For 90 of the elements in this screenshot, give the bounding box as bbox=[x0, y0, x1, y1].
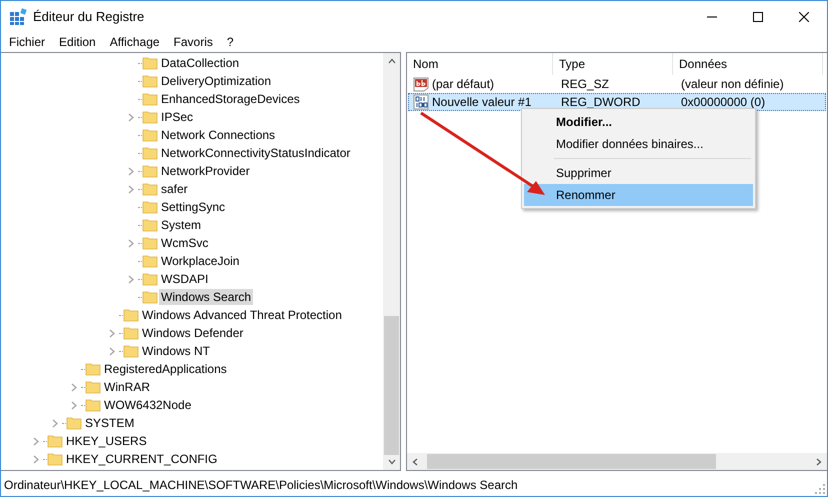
folder-icon bbox=[47, 433, 63, 449]
folder-icon bbox=[142, 55, 158, 71]
expand-chevron-icon[interactable] bbox=[128, 274, 134, 284]
window-title: Éditeur du Registre bbox=[33, 9, 144, 24]
expand-chevron-icon[interactable] bbox=[128, 112, 134, 122]
menu-item[interactable]: Affichage bbox=[110, 34, 160, 48]
tree-item[interactable]: HKEY_CURRENT_CONFIG bbox=[64, 451, 220, 467]
folder-icon bbox=[142, 289, 158, 305]
folder-icon bbox=[142, 271, 158, 287]
tree-item[interactable]: DataCollection bbox=[159, 55, 242, 71]
expand-chevron-icon[interactable] bbox=[109, 346, 115, 356]
menu-item[interactable]: Edition bbox=[59, 34, 96, 48]
registry-app-icon bbox=[9, 8, 27, 26]
folder-icon bbox=[142, 217, 158, 233]
value-name: (par défaut) bbox=[432, 77, 494, 91]
column-header[interactable]: Données bbox=[673, 53, 823, 75]
value-type: REG_DWORD bbox=[560, 95, 642, 109]
scroll-up-icon[interactable] bbox=[388, 58, 396, 64]
tree-item[interactable]: SettingSync bbox=[159, 199, 228, 215]
tree-item[interactable]: WOW6432Node bbox=[102, 397, 194, 413]
folder-icon bbox=[142, 91, 158, 107]
folder-icon bbox=[66, 415, 82, 431]
folder-icon bbox=[142, 109, 158, 125]
tree-item[interactable]: HKEY_USERS bbox=[64, 433, 149, 449]
menu-item[interactable]: Favoris bbox=[174, 34, 213, 48]
value-type: REG_SZ bbox=[560, 77, 610, 91]
folder-icon bbox=[123, 343, 139, 359]
expand-chevron-icon[interactable] bbox=[33, 436, 39, 446]
menu-item[interactable]: Fichier bbox=[9, 34, 46, 48]
expand-chevron-icon[interactable] bbox=[128, 166, 134, 176]
folder-icon bbox=[142, 199, 158, 215]
folder-icon bbox=[142, 253, 158, 269]
folder-icon bbox=[142, 127, 158, 143]
tree-item[interactable]: NetworkConnectivityStatusIndicator bbox=[159, 145, 352, 161]
context-menu-item[interactable]: Supprimer bbox=[524, 162, 753, 184]
tree-item[interactable]: Windows Advanced Threat Protection bbox=[140, 307, 344, 323]
tree-item[interactable]: RegisteredApplications bbox=[102, 361, 229, 377]
tree-item[interactable]: NetworkProvider bbox=[159, 163, 252, 179]
maximize-icon bbox=[753, 12, 763, 22]
folder-icon bbox=[123, 325, 139, 341]
horizontal-scrollbar[interactable] bbox=[407, 453, 827, 470]
tree-item[interactable]: SYSTEM bbox=[83, 415, 136, 431]
column-header[interactable]: Type bbox=[553, 53, 673, 75]
vertical-scrollbar[interactable] bbox=[383, 53, 400, 470]
tree-item[interactable]: Windows NT bbox=[140, 343, 212, 359]
tree-item[interactable]: IPSec bbox=[159, 109, 196, 125]
folder-icon bbox=[142, 181, 158, 197]
folder-icon bbox=[142, 73, 158, 89]
tree-item[interactable]: WcmSvc bbox=[159, 235, 210, 251]
context-menu-item[interactable]: Modifier données binaires... bbox=[524, 133, 753, 155]
value-row[interactable]: (par défaut) REG_SZ (valeur non définie) bbox=[408, 75, 826, 93]
close-icon bbox=[799, 12, 809, 22]
scroll-down-icon[interactable] bbox=[388, 459, 396, 465]
expand-chevron-icon[interactable] bbox=[71, 382, 77, 392]
folder-icon bbox=[85, 379, 101, 395]
context-menu-item[interactable]: Modifier... bbox=[524, 111, 753, 133]
expand-chevron-icon[interactable] bbox=[109, 328, 115, 338]
tree-item[interactable]: WinRAR bbox=[102, 379, 152, 395]
context-menu-item[interactable]: Renommer bbox=[524, 184, 753, 206]
folder-icon bbox=[47, 451, 63, 467]
tree-item[interactable]: EnhancedStorageDevices bbox=[159, 91, 302, 107]
folder-icon bbox=[142, 145, 158, 161]
status-path: Ordinateur\HKEY_LOCAL_MACHINE\SOFTWARE\Policies\Microsoft\Windows\Windows Search bbox=[4, 478, 518, 492]
tree-item[interactable]: System bbox=[159, 217, 204, 233]
scroll-left-icon[interactable] bbox=[412, 458, 418, 466]
tree-item[interactable]: Network Connections bbox=[159, 127, 278, 143]
value-data: (valeur non définie) bbox=[680, 77, 785, 91]
folder-icon bbox=[123, 307, 139, 323]
scroll-right-icon[interactable] bbox=[816, 458, 822, 466]
resize-grip-icon[interactable] bbox=[815, 484, 825, 494]
expand-chevron-icon[interactable] bbox=[71, 400, 77, 410]
folder-icon bbox=[85, 361, 101, 377]
value-row[interactable]: Nouvelle valeur #1 REG_DWORD 0x00000000 (0) bbox=[408, 93, 826, 111]
column-header[interactable]: Nom bbox=[407, 53, 553, 75]
expand-chevron-icon[interactable] bbox=[128, 184, 134, 194]
expand-chevron-icon[interactable] bbox=[33, 454, 39, 464]
tree-item[interactable]: WorkplaceJoin bbox=[159, 253, 242, 269]
tree-item[interactable]: Windows Search bbox=[159, 289, 254, 305]
tree-item[interactable]: safer bbox=[159, 181, 190, 197]
tree-item[interactable]: WSDAPI bbox=[159, 271, 210, 287]
expand-chevron-icon[interactable] bbox=[52, 418, 58, 428]
tree-item[interactable]: Windows Defender bbox=[140, 325, 246, 341]
value-name: Nouvelle valeur #1 bbox=[432, 95, 532, 109]
folder-icon bbox=[142, 235, 158, 251]
expand-chevron-icon[interactable] bbox=[128, 238, 134, 248]
folder-icon bbox=[142, 163, 158, 179]
menu-item[interactable]: ? bbox=[226, 34, 234, 48]
folder-icon bbox=[85, 397, 101, 413]
value-data: 0x00000000 (0) bbox=[680, 95, 766, 109]
tree-item[interactable]: DeliveryOptimization bbox=[159, 73, 274, 89]
